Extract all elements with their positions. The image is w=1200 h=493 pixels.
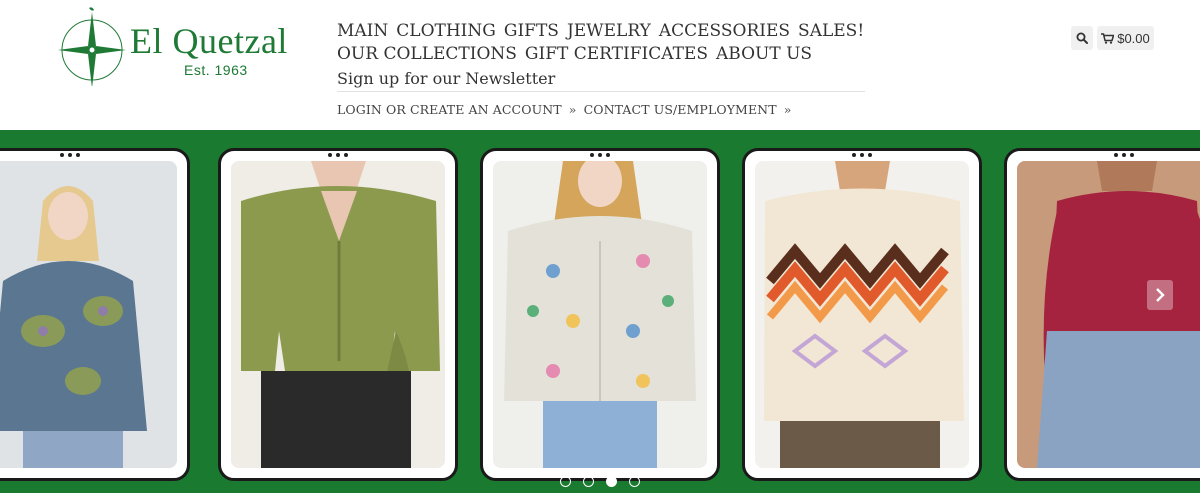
- nav-item-clothing[interactable]: CLOTHING: [396, 20, 496, 43]
- tablet-camera: [1114, 153, 1134, 157]
- tablet-camera: [590, 153, 610, 157]
- slide-image: [755, 161, 969, 468]
- carousel-pagination: [560, 476, 640, 487]
- carousel-dot-1[interactable]: [560, 476, 571, 487]
- cart-icon: [1101, 32, 1115, 44]
- carousel-dot-2[interactable]: [583, 476, 594, 487]
- logo-established: Est. 1963: [184, 62, 248, 78]
- nav-item-jewelry[interactable]: JEWELRY: [567, 20, 651, 43]
- cart-button[interactable]: $0.00: [1097, 26, 1154, 50]
- site-header: El Quetzal Est. 1963 MAIN CLOTHING GIFTS…: [0, 0, 1200, 130]
- slide-image: [493, 161, 707, 468]
- slide-image: [1017, 161, 1200, 468]
- nav-item-main[interactable]: MAIN: [337, 20, 388, 43]
- contact-employment-link[interactable]: CONTACT US/EMPLOYMENT: [584, 102, 777, 117]
- search-button[interactable]: [1071, 26, 1093, 50]
- slide-image: [231, 161, 445, 468]
- nav-item-gifts[interactable]: GIFTS: [504, 20, 559, 43]
- tablet-camera: [852, 153, 872, 157]
- search-icon: [1076, 32, 1088, 44]
- newsletter-signup-link[interactable]: Sign up for our Newsletter: [337, 68, 867, 90]
- product-carousel[interactable]: [0, 130, 1200, 493]
- separator-arrow: »: [783, 102, 792, 117]
- separator-arrow: »: [568, 102, 577, 117]
- account-links: LOGIN OR CREATE AN ACCOUNT » CONTACT US/…: [337, 102, 794, 117]
- tablet-camera: [60, 153, 80, 157]
- nav-item-accessories[interactable]: ACCESSORIES: [659, 20, 790, 43]
- slide-floral-embroidered-cardigan[interactable]: [480, 148, 720, 481]
- chevron-right-icon: [1156, 288, 1165, 302]
- carousel-dot-3[interactable]: [606, 476, 617, 487]
- logo-wordmark: El Quetzal: [130, 21, 288, 61]
- slide-image: [0, 161, 177, 468]
- tablet-camera: [328, 153, 348, 157]
- cart-total: $0.00: [1117, 30, 1150, 46]
- main-nav: MAIN CLOTHING GIFTS JEWELRY ACCESSORIES …: [337, 20, 867, 90]
- nav-item-about-us[interactable]: ABOUT US: [716, 43, 812, 66]
- slide-burgundy-top[interactable]: [1004, 148, 1200, 481]
- carousel-next-button[interactable]: [1147, 280, 1173, 310]
- nav-item-gift-certificates[interactable]: GIFT CERTIFICATES: [525, 43, 708, 66]
- create-account-link[interactable]: CREATE AN ACCOUNT: [410, 102, 562, 117]
- slide-chevron-sweater[interactable]: [742, 148, 982, 481]
- nav-item-sales[interactable]: SALES!: [798, 20, 864, 43]
- carousel-dot-4[interactable]: [629, 476, 640, 487]
- nav-row-secondary: OUR COLLECTIONS GIFT CERTIFICATES ABOUT …: [337, 43, 867, 66]
- compass-star-icon: [58, 7, 126, 86]
- nav-divider: [337, 91, 865, 92]
- slide-olive-cardigan[interactable]: [218, 148, 458, 481]
- site-logo[interactable]: El Quetzal Est. 1963: [56, 6, 316, 86]
- nav-item-our-collections[interactable]: OUR COLLECTIONS: [337, 43, 517, 66]
- nav-row-primary: MAIN CLOTHING GIFTS JEWELRY ACCESSORIES …: [337, 20, 867, 43]
- or-text: OR: [386, 102, 406, 117]
- login-link[interactable]: LOGIN: [337, 102, 382, 117]
- slide-blue-floral-sweater[interactable]: [0, 148, 190, 481]
